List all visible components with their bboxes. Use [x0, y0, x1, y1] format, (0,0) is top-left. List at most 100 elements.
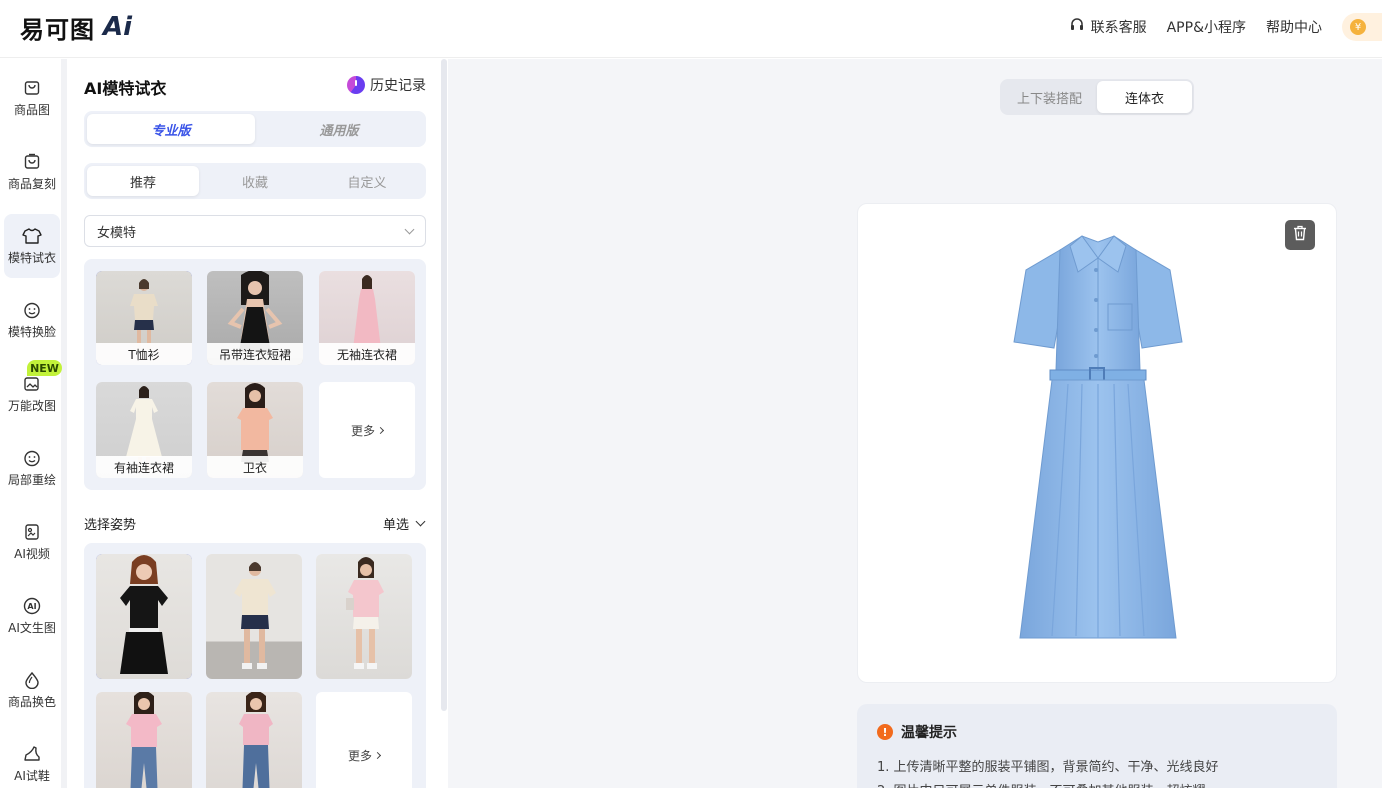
pose-card[interactable] — [206, 554, 302, 679]
tab-professional[interactable]: 专业版 — [87, 114, 255, 144]
pose-more-button[interactable]: 更多 — [316, 692, 412, 788]
panel-scrollbar[interactable] — [441, 59, 447, 711]
points-pill[interactable]: ¥ — [1342, 13, 1382, 41]
pose-section-title: 选择姿势 — [84, 518, 137, 533]
chevron-down-icon — [415, 516, 426, 527]
tab-top-bottom[interactable]: 上下装搭配 — [1002, 81, 1097, 113]
tab-one-piece[interactable]: 连体衣 — [1097, 81, 1192, 113]
nav-item-image-edit[interactable]: 万能改图 — [4, 362, 60, 426]
pose-thumbnail — [96, 692, 192, 788]
nav-label: 商品复刻 — [7, 177, 56, 191]
garment-image — [998, 228, 1198, 658]
contact-support-link[interactable]: 联系客服 — [1069, 17, 1147, 37]
pose-thumbnail — [206, 692, 302, 788]
pose-thumbnail — [316, 554, 412, 679]
nav-scrollbar[interactable] — [61, 59, 67, 788]
pose-thumbnail — [96, 554, 192, 679]
pose-card[interactable] — [316, 554, 412, 679]
tips-title: ! 温馨提示 — [877, 722, 957, 742]
logo[interactable]: 易可图 Ai — [20, 11, 133, 44]
history-label: 历史记录 — [370, 78, 426, 94]
ai-circle-icon: AI — [22, 596, 42, 616]
garment-grid: T恤衫 吊带连衣短裙 无袖连衣裙 有袖连衣裙 卫衣 更多 — [84, 259, 426, 490]
video-doc-icon — [22, 522, 42, 542]
history-button[interactable]: 历史记录 — [347, 75, 426, 95]
garment-card-tshirt[interactable]: T恤衫 — [96, 271, 192, 365]
more-label: 更多 — [350, 423, 375, 438]
nav-item-product-recolor[interactable]: 商品换色 — [4, 658, 60, 722]
tab-general[interactable]: 通用版 — [255, 114, 423, 144]
pose-mode-dropdown[interactable]: 单选 — [383, 514, 426, 533]
more-label: 更多 — [347, 748, 372, 763]
chevron-right-icon — [376, 426, 385, 434]
garment-label: 有袖连衣裙 — [96, 456, 192, 478]
garment-card-hoodie[interactable]: 卫衣 — [207, 382, 303, 478]
tryon-settings-panel: AI模特试衣 历史记录 专业版 通用版 推荐 收藏 自定义 女模特 T恤衫 吊带… — [68, 59, 442, 788]
contact-support-label: 联系客服 — [1090, 20, 1147, 36]
tab-recommended[interactable]: 推荐 — [87, 166, 199, 196]
tip-line: 1. 上传清晰平整的服装平铺图，背景简约、干净、光线良好 — [877, 760, 1219, 775]
coin-icon: ¥ — [1350, 19, 1366, 35]
logo-ai-mark: Ai — [103, 12, 133, 42]
face-icon — [22, 300, 42, 320]
garment-more-button[interactable]: 更多 — [319, 382, 415, 478]
tab-favorites[interactable]: 收藏 — [199, 166, 311, 196]
tab-custom[interactable]: 自定义 — [311, 166, 423, 196]
tip-line: 2. 图片中只可展示单件服装，不可叠加其他服装，超炫耀 — [877, 780, 1206, 788]
nav-item-ai-shoe-tryon[interactable]: AI试鞋 — [4, 732, 60, 788]
top-links: 联系客服 APP&小程序 帮助中心 ¥ — [1069, 13, 1382, 41]
nav-label: AI视频 — [14, 547, 50, 561]
pose-card[interactable] — [96, 554, 192, 679]
garment-type-tabs: 上下装搭配 连体衣 — [1000, 79, 1194, 115]
nav-item-product-copy[interactable]: 商品复刻 — [4, 140, 60, 204]
nav-item-face-swap[interactable]: 模特换脸 — [4, 288, 60, 352]
delete-button[interactable] — [1285, 220, 1315, 250]
top-bar: 易可图 Ai 联系客服 APP&小程序 帮助中心 ¥ — [0, 0, 1382, 58]
image-edit-icon — [22, 374, 42, 394]
version-switch: 专业版 通用版 — [84, 111, 426, 147]
garment-label: 无袖连衣裙 — [319, 343, 415, 365]
warning-icon: ! — [877, 724, 893, 740]
face-edit-icon — [22, 448, 42, 468]
pose-card[interactable] — [96, 692, 192, 788]
app-miniprogram-label: APP&小程序 — [1166, 20, 1246, 36]
nav-item-ai-text-to-image[interactable]: AI AI文生图 — [4, 584, 60, 648]
nav-label: AI试鞋 — [14, 769, 50, 783]
pose-grid: 更多 — [84, 543, 426, 788]
main-canvas: 上下装搭配 连体衣 ! 温馨提示 1. 上传清晰平整的服装平铺图，背景简约、干净… — [448, 59, 1382, 788]
nav-item-model-tryon[interactable]: 模特试衣 — [4, 214, 60, 278]
garment-card-sleeved-dress[interactable]: 有袖连衣裙 — [96, 382, 192, 478]
svg-text:AI: AI — [27, 602, 36, 611]
nav-label: 模特换脸 — [7, 325, 56, 339]
logo-text: 易可图 — [20, 15, 95, 44]
tshirt-icon — [22, 226, 42, 246]
chevron-down-icon — [404, 224, 415, 234]
model-source-tabs: 推荐 收藏 自定义 — [84, 163, 426, 199]
garment-label: 卫衣 — [207, 456, 303, 478]
chevron-right-icon — [373, 751, 382, 759]
shoe-icon — [22, 744, 42, 764]
nav-label: 模特试衣 — [7, 251, 56, 265]
nav-label: AI文生图 — [8, 621, 56, 635]
nav-item-product-image[interactable]: 商品图 — [4, 66, 60, 130]
garment-card-slip-dress[interactable]: 吊带连衣短裙 — [207, 271, 303, 365]
nav-label: 商品换色 — [7, 695, 56, 709]
garment-card-sleeveless-dress[interactable]: 无袖连衣裙 — [319, 271, 415, 365]
bag-copy-icon — [22, 152, 42, 172]
model-gender-select[interactable]: 女模特 — [84, 215, 426, 247]
garment-label: 吊带连衣短裙 — [207, 343, 303, 365]
nav-item-partial-redraw[interactable]: 局部重绘 — [4, 436, 60, 500]
pose-thumbnail — [206, 554, 302, 679]
uploaded-garment-card — [857, 203, 1337, 683]
model-gender-value: 女模特 — [97, 225, 137, 241]
garment-label: T恤衫 — [96, 343, 192, 365]
nav-label: 局部重绘 — [7, 473, 56, 487]
headset-icon — [1069, 17, 1085, 37]
nav-label: 万能改图 — [7, 399, 56, 413]
history-icon — [347, 76, 365, 94]
bag-icon — [22, 78, 42, 98]
help-center-link[interactable]: 帮助中心 — [1266, 17, 1322, 37]
pose-card[interactable] — [206, 692, 302, 788]
nav-item-ai-video[interactable]: AI视频 — [4, 510, 60, 574]
app-miniprogram-link[interactable]: APP&小程序 — [1167, 17, 1246, 37]
